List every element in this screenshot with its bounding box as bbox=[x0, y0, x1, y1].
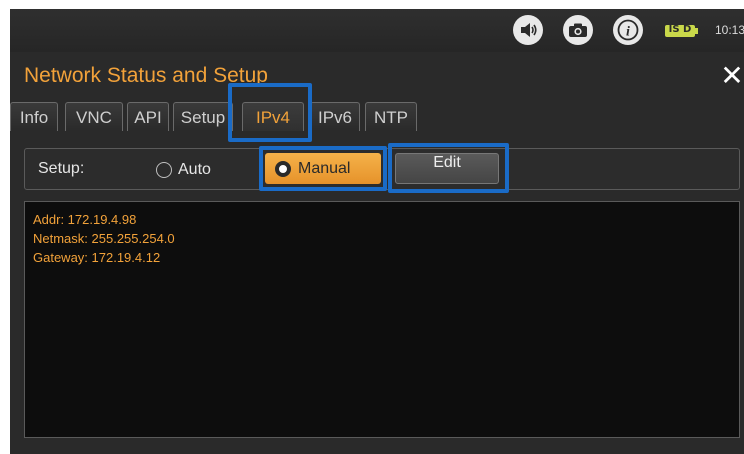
tab-ipv6[interactable]: IPv6 bbox=[310, 102, 360, 131]
camera-icon[interactable] bbox=[563, 15, 593, 45]
status-bar: i IS D 10:13 bbox=[10, 9, 744, 52]
volume-icon[interactable] bbox=[513, 15, 543, 45]
tab-info[interactable]: Info bbox=[10, 102, 58, 131]
setup-label: Setup: bbox=[38, 160, 85, 177]
netmask-line: Netmask: 255.255.254.0 bbox=[33, 231, 175, 246]
tab-vnc[interactable]: VNC bbox=[65, 102, 123, 131]
network-info-output: Addr: 172.19.4.98 Netmask: 255.255.254.0… bbox=[24, 201, 740, 438]
battery-icon: IS D bbox=[665, 24, 698, 37]
tab-setup[interactable]: Setup bbox=[173, 102, 233, 131]
gateway-line: Gateway: 172.19.4.12 bbox=[33, 250, 161, 265]
tab-ntp[interactable]: NTP bbox=[365, 102, 417, 131]
close-button[interactable]: ✕ bbox=[720, 62, 744, 90]
tab-api[interactable]: API bbox=[127, 102, 169, 131]
auto-radio[interactable]: Auto bbox=[156, 158, 211, 182]
clock: 10:13 bbox=[715, 23, 744, 37]
device-screen: i IS D 10:13 Network Status and Setup ✕ … bbox=[10, 9, 744, 454]
svg-text:i: i bbox=[626, 25, 630, 40]
battery-label: IS D bbox=[668, 24, 692, 35]
manual-highlight bbox=[259, 146, 387, 191]
addr-line: Addr: 172.19.4.98 bbox=[33, 212, 137, 227]
ipv4-tab-highlight bbox=[228, 83, 312, 142]
auto-radio-label: Auto bbox=[178, 161, 211, 178]
edit-highlight bbox=[388, 143, 509, 193]
radio-unselected-icon bbox=[156, 162, 172, 178]
info-icon[interactable]: i bbox=[613, 15, 643, 45]
